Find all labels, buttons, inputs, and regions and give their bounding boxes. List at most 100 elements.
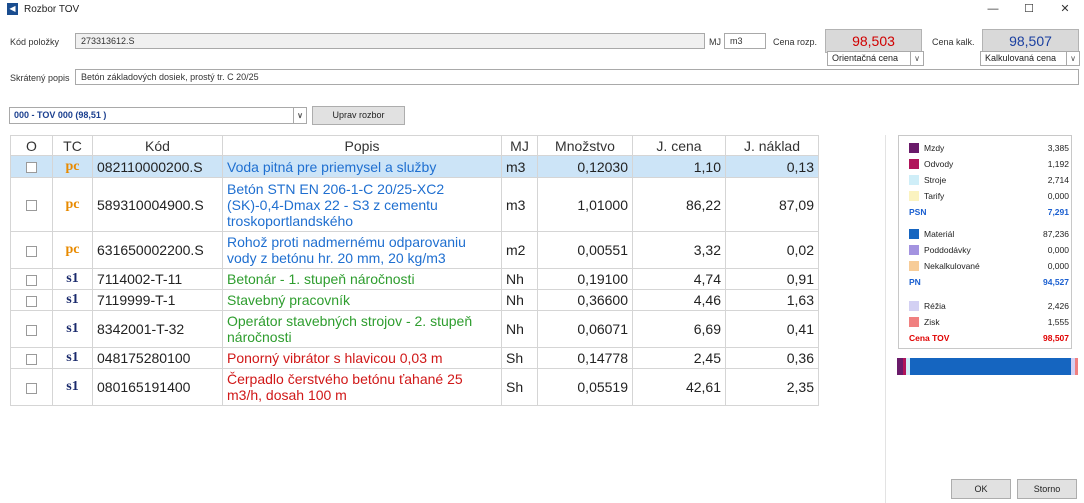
- row-jcena: 1,10: [632, 155, 726, 178]
- chevron-down-icon[interactable]: ∨: [910, 52, 923, 65]
- row-checkbox[interactable]: [26, 295, 37, 307]
- breakdown-row-material: Materiál 87,236: [909, 228, 1069, 240]
- chevron-down-icon[interactable]: ∨: [293, 108, 306, 123]
- color-swatch: [909, 229, 919, 239]
- row-checkbox[interactable]: [26, 162, 37, 174]
- table-row[interactable]: s1 7114002-T-11 Betonár - 1. stupeň náro…: [10, 268, 819, 290]
- table-row[interactable]: pc 589310004900.S Betón STN EN 206-1-C 2…: [10, 177, 819, 232]
- cena-rozp-value: 98,503: [825, 29, 922, 53]
- tov-select-text: 000 - TOV 000 (98,51 ): [14, 110, 107, 120]
- breakdown-value: 0,000: [1047, 245, 1069, 255]
- row-tc: pc: [52, 231, 93, 269]
- row-jnaklad: 1,63: [725, 289, 819, 311]
- row-mj: Nh: [501, 268, 538, 290]
- row-popis: Rohož proti nadmernému odparovaniu vody …: [222, 231, 502, 269]
- col-header-o[interactable]: O: [10, 135, 53, 156]
- uprav-rozbor-button[interactable]: Uprav rozbor: [312, 106, 405, 125]
- row-kod: 048175280100: [92, 347, 223, 369]
- mj-field[interactable]: m3: [724, 33, 766, 49]
- composition-bar-material: [910, 358, 1071, 375]
- storno-button[interactable]: Storno: [1017, 479, 1077, 499]
- row-checkbox-cell: [10, 268, 53, 290]
- col-header-popis[interactable]: Popis: [222, 135, 502, 156]
- row-tc: s1: [52, 368, 93, 406]
- color-swatch: [909, 301, 919, 311]
- table-row[interactable]: s1 8342001-T-32 Operátor stavebných stro…: [10, 310, 819, 348]
- row-kod: 080165191400: [92, 368, 223, 406]
- row-jcena: 42,61: [632, 368, 726, 406]
- row-jnaklad: 0,02: [725, 231, 819, 269]
- row-checkbox-cell: [10, 289, 53, 311]
- panel-divider[interactable]: [885, 135, 886, 503]
- col-header-kod[interactable]: Kód: [92, 135, 223, 156]
- row-checkbox-cell: [10, 347, 53, 369]
- breakdown-value: 87,236: [1043, 229, 1069, 239]
- skrateny-popis-field[interactable]: Betón základových dosiek, prostý tr. C 2…: [75, 69, 1079, 85]
- row-checkbox[interactable]: [26, 245, 37, 257]
- breakdown-row-cena-tov: Cena TOV 98,507: [909, 332, 1069, 344]
- cena-rozp-mode-select[interactable]: Orientačná cena ∨: [827, 51, 924, 66]
- kod-polozky-label: Kód položky: [10, 37, 60, 47]
- breakdown-name: Réžia: [924, 301, 946, 311]
- row-mj: Nh: [501, 310, 538, 348]
- breakdown-value: 0,000: [1047, 191, 1069, 201]
- row-mj: Sh: [501, 368, 538, 406]
- composition-bar-zisk: [1075, 358, 1078, 375]
- breakdown-row-stroje: Stroje 2,714: [909, 174, 1069, 186]
- breakdown-name: Zisk: [924, 317, 940, 327]
- col-header-jcena[interactable]: J. cena: [632, 135, 726, 156]
- kod-polozky-field[interactable]: 273313612.S: [75, 33, 705, 49]
- breakdown-row-rezia: Réžia 2,426: [909, 300, 1069, 312]
- cena-kalk-mode-select[interactable]: Kalkulovaná cena ∨: [980, 51, 1080, 66]
- cena-kalk-value: 98,507: [982, 29, 1079, 53]
- breakdown-row-poddodavky: Poddodávky 0,000: [909, 244, 1069, 256]
- maximize-button[interactable]: ☐: [1016, 1, 1042, 18]
- col-header-jnaklad[interactable]: J. náklad: [725, 135, 819, 156]
- breakdown-row-mzdy: Mzdy 3,385: [909, 142, 1069, 154]
- cena-rozp-mode-text: Orientačná cena: [832, 53, 899, 63]
- color-swatch: [909, 261, 919, 271]
- breakdown-name: Stroje: [924, 175, 947, 185]
- breakdown-value: 3,385: [1047, 143, 1069, 153]
- breakdown-name: Tarify: [924, 191, 945, 201]
- row-checkbox[interactable]: [26, 382, 37, 394]
- col-header-mnozstvo[interactable]: Množstvo: [537, 135, 633, 156]
- back-arrow-icon[interactable]: ◀: [7, 3, 18, 15]
- rozbor-tov-window: ◀ Rozbor TOV — ☐ ✕ Kód položky 273313612…: [0, 0, 1084, 503]
- row-tc: pc: [52, 177, 93, 232]
- row-checkbox[interactable]: [26, 353, 37, 365]
- row-mj: m2: [501, 231, 538, 269]
- table-row[interactable]: s1 7119999-T-1 Stavebný pracovník Nh 0,3…: [10, 289, 819, 311]
- breakdown-value: 1,192: [1047, 159, 1069, 169]
- row-tc: s1: [52, 347, 93, 369]
- window-title: Rozbor TOV: [24, 4, 80, 15]
- table-row[interactable]: pc 631650002200.S Rohož proti nadmernému…: [10, 231, 819, 269]
- breakdown-value: 94,527: [1043, 277, 1069, 287]
- minimize-button[interactable]: —: [980, 1, 1006, 18]
- tov-items-table: O TC Kód Popis MJ Množstvo J. cena J. ná…: [10, 135, 819, 406]
- col-header-mj[interactable]: MJ: [501, 135, 538, 156]
- chevron-down-icon[interactable]: ∨: [1066, 52, 1079, 65]
- row-mnozstvo: 0,06071: [537, 310, 633, 348]
- row-kod: 082110000200.S: [92, 155, 223, 178]
- title-bar: ◀ Rozbor TOV — ☐ ✕: [0, 0, 1084, 20]
- close-button[interactable]: ✕: [1052, 1, 1078, 18]
- breakdown-value: 98,507: [1043, 333, 1069, 343]
- row-checkbox[interactable]: [26, 274, 37, 286]
- ok-button[interactable]: OK: [951, 479, 1011, 499]
- row-popis: Betón STN EN 206-1-C 20/25-XC2 (SK)-0,4-…: [222, 177, 502, 232]
- tov-select[interactable]: 000 - TOV 000 (98,51 ) ∨: [9, 107, 307, 124]
- table-row[interactable]: s1 080165191400 Čerpadlo čerstvého betón…: [10, 368, 819, 406]
- table-row[interactable]: s1 048175280100 Ponorný vibrátor s hlavi…: [10, 347, 819, 369]
- table-row[interactable]: pc 082110000200.S Voda pitná pre priemys…: [10, 155, 819, 178]
- color-swatch: [909, 143, 919, 153]
- col-header-tc[interactable]: TC: [52, 135, 93, 156]
- row-checkbox[interactable]: [26, 200, 37, 212]
- breakdown-name: Mzdy: [924, 143, 945, 153]
- breakdown-value: 7,291: [1047, 207, 1069, 217]
- breakdown-row-pn: PN 94,527: [909, 276, 1069, 288]
- row-kod: 7114002-T-11: [92, 268, 223, 290]
- row-checkbox[interactable]: [26, 324, 37, 336]
- breakdown-name: Odvody: [924, 159, 954, 169]
- cena-kalk-label: Cena kalk.: [932, 37, 975, 47]
